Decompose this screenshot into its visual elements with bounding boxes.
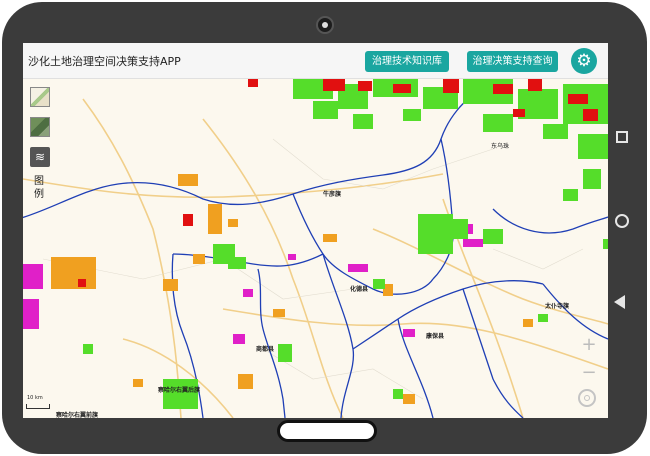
home-button[interactable]	[277, 420, 377, 442]
home-icon[interactable]	[615, 214, 629, 228]
app-header: 沙化土地治理空间决策支持APP 治理技术知识库 治理决策支持查询 ⚙	[23, 43, 608, 79]
map-view[interactable]: ≋ 图例 牛彦旗 东乌珠 太仆寺旗 康保县 商都县 化德县 察哈尔右翼后旗 察哈…	[23, 79, 608, 418]
tablet-frame: 沙化土地治理空间决策支持APP 治理技术知识库 治理决策支持查询 ⚙ ≋ 图例 …	[2, 2, 647, 454]
app-screen: 沙化土地治理空间决策支持APP 治理技术知识库 治理决策支持查询 ⚙ ≋ 图例 …	[23, 43, 608, 418]
layers-icon[interactable]: ≋	[30, 147, 50, 167]
knowledge-base-button[interactable]: 治理技术知识库	[365, 51, 449, 72]
map-label-kangbao: 康保县	[426, 333, 445, 340]
basemap-satellite-toggle[interactable]	[30, 117, 50, 137]
zoom-in-button[interactable]: +	[578, 334, 600, 356]
map-label-chahar-front: 察哈尔右翼前旗	[56, 412, 99, 418]
scale-bar	[26, 404, 50, 409]
map-label-dongwuzhu: 东乌珠	[491, 143, 510, 150]
camera-icon	[316, 16, 334, 34]
gear-icon[interactable]: ⚙	[571, 48, 597, 74]
decision-query-button[interactable]: 治理决策支持查询	[467, 51, 558, 72]
scale-label: 10 km	[27, 395, 43, 401]
zoom-out-button[interactable]: −	[578, 362, 600, 384]
recent-apps-icon[interactable]	[616, 131, 628, 143]
map-canvas[interactable]	[23, 79, 608, 418]
map-label-niuyi: 牛彦旗	[323, 191, 342, 198]
locate-icon[interactable]	[578, 389, 596, 407]
back-icon[interactable]	[614, 295, 625, 309]
basemap-vector-toggle[interactable]	[30, 87, 50, 107]
map-label-shangdu: 商都县	[256, 346, 275, 353]
map-label-chahar: 察哈尔右翼后旗	[158, 387, 201, 394]
app-title: 沙化土地治理空间决策支持APP	[28, 55, 181, 68]
map-label-taipusi: 太仆寺旗	[545, 303, 570, 310]
map-label-huade: 化德县	[350, 286, 369, 293]
legend-label[interactable]: 图例	[34, 175, 46, 201]
